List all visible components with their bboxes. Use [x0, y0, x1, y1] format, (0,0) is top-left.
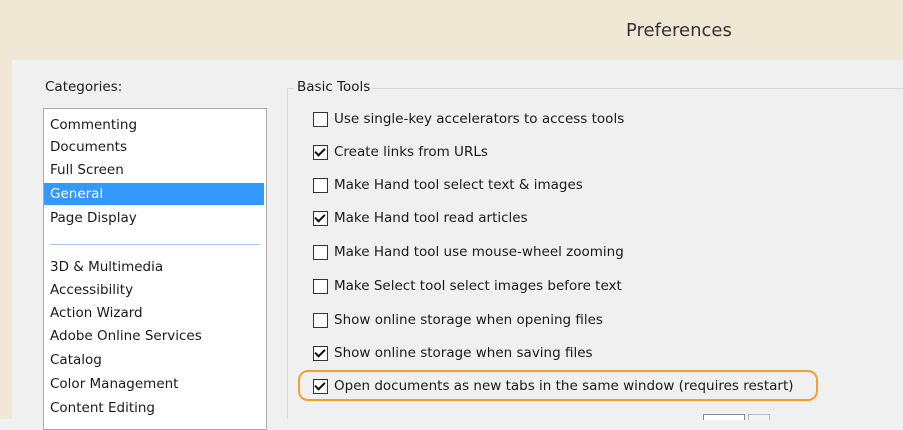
- option-label: Make Hand tool read articles: [334, 210, 528, 226]
- checkbox[interactable]: [313, 244, 328, 260]
- option-storage-opening[interactable]: Show online storage when opening files: [313, 310, 603, 330]
- category-documents[interactable]: Documents: [44, 136, 264, 158]
- option-hand-mouse-wheel[interactable]: Make Hand tool use mouse-wheel zooming: [313, 242, 624, 262]
- option-label: Make Hand tool select text & images: [334, 177, 583, 193]
- category-page-display[interactable]: Page Display: [44, 207, 264, 229]
- option-open-as-tabs[interactable]: Open documents as new tabs in the same w…: [313, 376, 794, 396]
- group-border: [372, 88, 903, 89]
- title-bar: Preferences: [0, 0, 903, 60]
- partial-input-field[interactable]: [703, 414, 745, 420]
- partial-control[interactable]: [748, 414, 770, 420]
- category-full-screen[interactable]: Full Screen: [44, 159, 264, 181]
- categories-list[interactable]: Commenting Documents Full Screen General…: [43, 108, 267, 430]
- option-storage-saving[interactable]: Show online storage when saving files: [313, 343, 593, 363]
- category-adobe-online-services[interactable]: Adobe Online Services: [44, 325, 264, 347]
- checkbox[interactable]: [313, 278, 328, 294]
- category-3d-multimedia[interactable]: 3D & Multimedia: [44, 256, 264, 278]
- checkbox[interactable]: [313, 144, 328, 160]
- category-color-management[interactable]: Color Management: [44, 373, 264, 395]
- option-label: Show online storage when opening files: [334, 312, 603, 328]
- checkbox[interactable]: [313, 111, 328, 127]
- category-separator: [50, 244, 260, 245]
- checkbox[interactable]: [313, 378, 328, 394]
- option-select-images-first[interactable]: Make Select tool select images before te…: [313, 276, 622, 296]
- option-hand-read-articles[interactable]: Make Hand tool read articles: [313, 208, 528, 228]
- category-action-wizard[interactable]: Action Wizard: [44, 302, 264, 324]
- option-label: Make Select tool select images before te…: [334, 278, 622, 294]
- checkbox[interactable]: [313, 210, 328, 226]
- checkbox[interactable]: [313, 177, 328, 193]
- category-commenting[interactable]: Commenting: [44, 114, 264, 136]
- option-hand-select-text[interactable]: Make Hand tool select text & images: [313, 175, 583, 195]
- basic-tools-title: Basic Tools: [297, 79, 371, 95]
- category-content-editing[interactable]: Content Editing: [44, 397, 264, 419]
- option-label: Open documents as new tabs in the same w…: [334, 378, 794, 394]
- checkbox[interactable]: [313, 312, 328, 328]
- category-accessibility[interactable]: Accessibility: [44, 279, 264, 301]
- category-general[interactable]: General: [44, 183, 264, 205]
- option-label: Use single-key accelerators to access to…: [334, 111, 625, 127]
- option-create-links[interactable]: Create links from URLs: [313, 142, 488, 162]
- group-border: [287, 88, 288, 419]
- option-label: Show online storage when saving files: [334, 345, 593, 361]
- categories-label: Categories:: [45, 79, 123, 95]
- category-catalog[interactable]: Catalog: [44, 349, 264, 371]
- window-frame-left: [0, 60, 12, 419]
- option-label: Make Hand tool use mouse-wheel zooming: [334, 244, 624, 260]
- checkbox[interactable]: [313, 345, 328, 361]
- option-label: Create links from URLs: [334, 144, 488, 160]
- option-single-key-accelerators[interactable]: Use single-key accelerators to access to…: [313, 109, 624, 129]
- window-title: Preferences: [626, 20, 732, 41]
